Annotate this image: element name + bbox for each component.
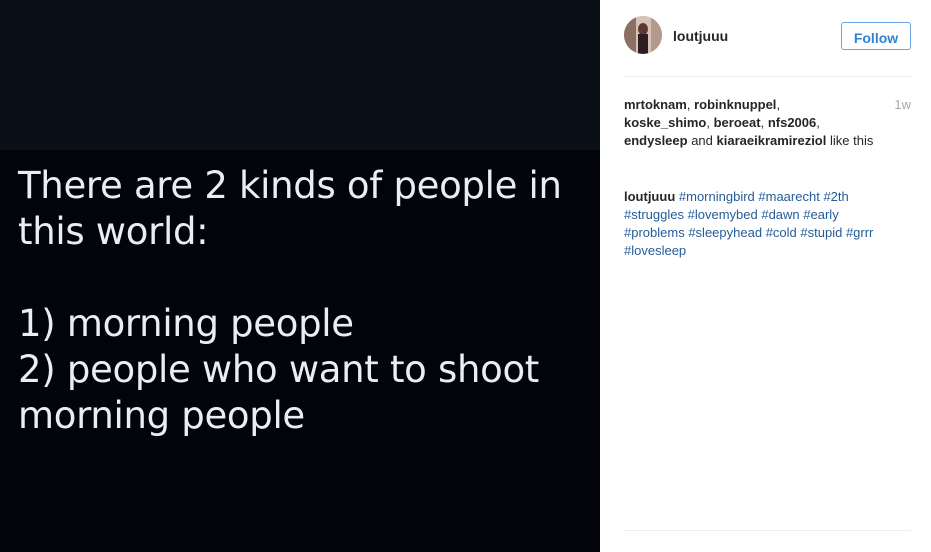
image-caption-text: There are 2 kinds of people in this worl… bbox=[18, 164, 562, 437]
liker-name[interactable]: kiaraeikramireziol bbox=[717, 133, 827, 148]
hashtag-link[interactable]: #cold bbox=[766, 225, 797, 240]
likes-suffix: like this bbox=[826, 133, 874, 148]
liker-name[interactable]: robinknuppel bbox=[694, 97, 776, 112]
follow-button[interactable]: Follow bbox=[841, 22, 911, 50]
liker-name[interactable]: koske_shimo bbox=[624, 115, 706, 130]
post-image[interactable]: There are 2 kinds of people in this worl… bbox=[0, 0, 600, 552]
post-sidebar: loutjuuu Follow mrtoknam, robinknuppel, k… bbox=[600, 0, 931, 552]
hashtag-link[interactable]: #maarecht bbox=[758, 189, 819, 204]
avatar[interactable] bbox=[624, 16, 662, 54]
liker-name[interactable]: endysleep bbox=[624, 133, 688, 148]
hashtag-link[interactable]: #lovemybed bbox=[688, 207, 758, 222]
hashtag-link[interactable]: #dawn bbox=[761, 207, 799, 222]
hashtag-link[interactable]: #lovesleep bbox=[624, 243, 686, 258]
footer-divider bbox=[624, 530, 911, 531]
hashtag-link[interactable]: #grrr bbox=[846, 225, 873, 240]
likes-separator: , bbox=[760, 115, 768, 130]
hashtag-link[interactable]: #early bbox=[803, 207, 838, 222]
hashtag-link[interactable]: #sleepyhead bbox=[688, 225, 762, 240]
likes-separator: , bbox=[776, 97, 781, 112]
liker-name[interactable]: beroeat bbox=[714, 115, 761, 130]
post-header: loutjuuu Follow bbox=[624, 16, 911, 60]
hashtag-link[interactable]: #2th bbox=[823, 189, 848, 204]
hashtag-link[interactable]: #struggles bbox=[624, 207, 684, 222]
post-timestamp[interactable]: 1w bbox=[894, 97, 911, 112]
liker-name[interactable]: mrtoknam bbox=[624, 97, 687, 112]
likes-separator: , bbox=[686, 97, 695, 112]
hashtag-link[interactable]: #problems bbox=[624, 225, 685, 240]
likes-summary: mrtoknam, robinknuppel, koske_shimo, bero… bbox=[624, 96, 886, 150]
likes-separator: , bbox=[816, 115, 820, 130]
header-divider bbox=[624, 76, 911, 77]
username[interactable]: loutjuuu bbox=[673, 28, 728, 44]
liker-name[interactable]: nfs2006 bbox=[768, 115, 816, 130]
likes-separator: , bbox=[706, 115, 714, 130]
caption-author[interactable]: loutjuuu bbox=[624, 189, 675, 204]
hashtag-link[interactable]: #stupid bbox=[800, 225, 842, 240]
post-caption: loutjuuu #morningbird #maarecht #2th #st… bbox=[624, 188, 886, 260]
hashtag-link[interactable]: #morningbird bbox=[679, 189, 755, 204]
avatar-photo-icon bbox=[624, 16, 662, 54]
likes-list: mrtoknam, robinknuppel, koske_shimo, bero… bbox=[624, 97, 826, 148]
likes-separator: and bbox=[687, 133, 717, 148]
